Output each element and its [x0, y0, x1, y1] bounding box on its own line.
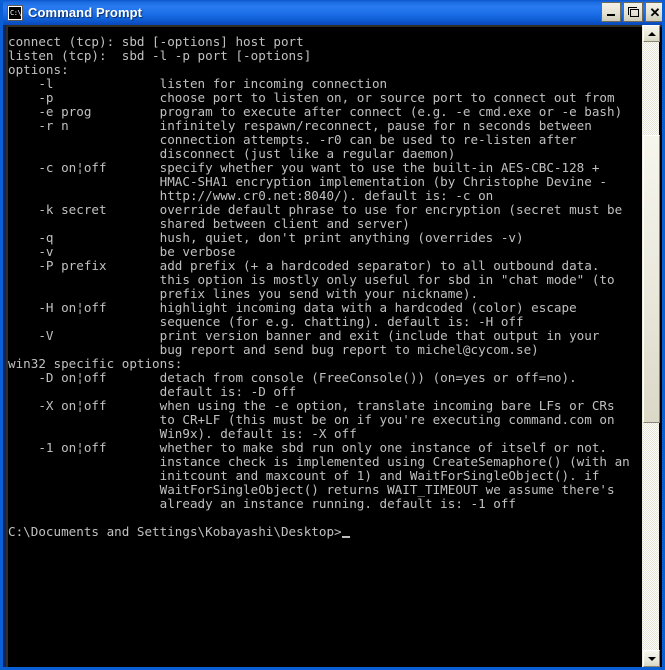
console-line: listen (tcp): sbd -l -p port [-options]	[8, 48, 312, 63]
console-line: default is: -D off	[8, 384, 297, 399]
console-line: already an instance running. default is:…	[8, 496, 516, 511]
console-line: -P prefix add prefix (+ a hardcoded sepa…	[8, 258, 600, 273]
console-line: sequence (for e.g. chatting). default is…	[8, 314, 524, 329]
close-icon: ✕	[649, 4, 661, 20]
minimize-button[interactable]	[601, 2, 621, 22]
console-line: this option is mostly only useful for sb…	[8, 272, 615, 287]
minimize-icon	[607, 14, 615, 16]
console-line: bug report and send bug report to michel…	[8, 342, 539, 357]
maximize-button[interactable]	[623, 2, 643, 22]
console-line: -D on¦off detach from console (FreeConso…	[8, 370, 577, 385]
command-prompt-window: C:\ Command Prompt ✕ connect (tcp): sbd …	[0, 0, 665, 670]
scrollbar-thumb[interactable]	[643, 135, 660, 423]
command-prompt-icon[interactable]: C:\	[7, 4, 23, 21]
console-line: initcount and maxcount of 1) and WaitFor…	[8, 468, 600, 483]
scroll-down-button[interactable]	[643, 650, 660, 667]
console-line: shared between client and server)	[8, 216, 410, 231]
title-bar[interactable]: C:\ Command Prompt ✕	[3, 0, 662, 25]
close-button[interactable]: ✕	[645, 2, 662, 22]
console-line: connection attempts. -r0 can be used to …	[8, 132, 577, 147]
console-prompt-line: C:\Documents and Settings\Kobayashi\Desk…	[8, 525, 653, 539]
console-line: -c on¦off specify whether you want to us…	[8, 160, 600, 175]
console-line: connect (tcp): sbd [-options] host port	[8, 35, 304, 49]
scroll-up-arrow-icon	[647, 31, 656, 36]
console-line: to CR+LF (this must be on if you're exec…	[8, 412, 615, 427]
console-line: WaitForSingleObject() returns WAIT_TIMEO…	[8, 482, 615, 497]
console-line: -e prog program to execute after connect…	[8, 104, 623, 119]
console-line: -X on¦off when using the -e option, tran…	[8, 398, 615, 413]
console-line: instance check is implemented using Crea…	[8, 454, 630, 469]
console-line: -r n infinitely respawn/reconnect, pause…	[8, 118, 592, 133]
console-line: http://www.cr0.net:8040/). default is: -…	[8, 188, 494, 203]
console-line: disconnect (just like a regular daemon)	[8, 146, 456, 161]
window-title: Command Prompt	[28, 5, 143, 20]
console-line: -q hush, quiet, don't print anything (ov…	[8, 230, 524, 245]
console-line: win32 specific options:	[8, 356, 183, 371]
window-controls: ✕	[601, 2, 662, 22]
scroll-down-arrow-icon	[647, 656, 656, 661]
maximize-icon	[627, 7, 639, 17]
console-line: Win9x). default is: -X off	[8, 426, 357, 441]
console-line: prefix lines you send with your nickname…	[8, 286, 479, 301]
console-line: -p choose port to listen on, or source p…	[8, 90, 615, 105]
console-line: -H on¦off highlight incoming data with a…	[8, 300, 577, 315]
text-cursor	[341, 536, 350, 538]
vertical-scrollbar[interactable]	[642, 25, 660, 667]
console-line: options:	[8, 62, 69, 77]
console-line: -1 on¦off whether to make sbd run only o…	[8, 440, 607, 455]
console-line: -v be verbose	[8, 244, 236, 259]
console-line: -k secret override default phrase to use…	[8, 202, 623, 217]
console-client-area[interactable]: connect (tcp): sbd [-options] host port l…	[6, 25, 662, 667]
command-prompt-icon-glyph: C:\	[9, 6, 22, 19]
console-line: HMAC-SHA1 encryption implementation (by …	[8, 174, 607, 189]
console-line: -V print version banner and exit (includ…	[8, 328, 600, 343]
console-output: connect (tcp): sbd [-options] host port l…	[8, 35, 653, 665]
console-line: -l listen for incoming connection	[8, 76, 388, 91]
scroll-up-button[interactable]	[643, 25, 660, 42]
